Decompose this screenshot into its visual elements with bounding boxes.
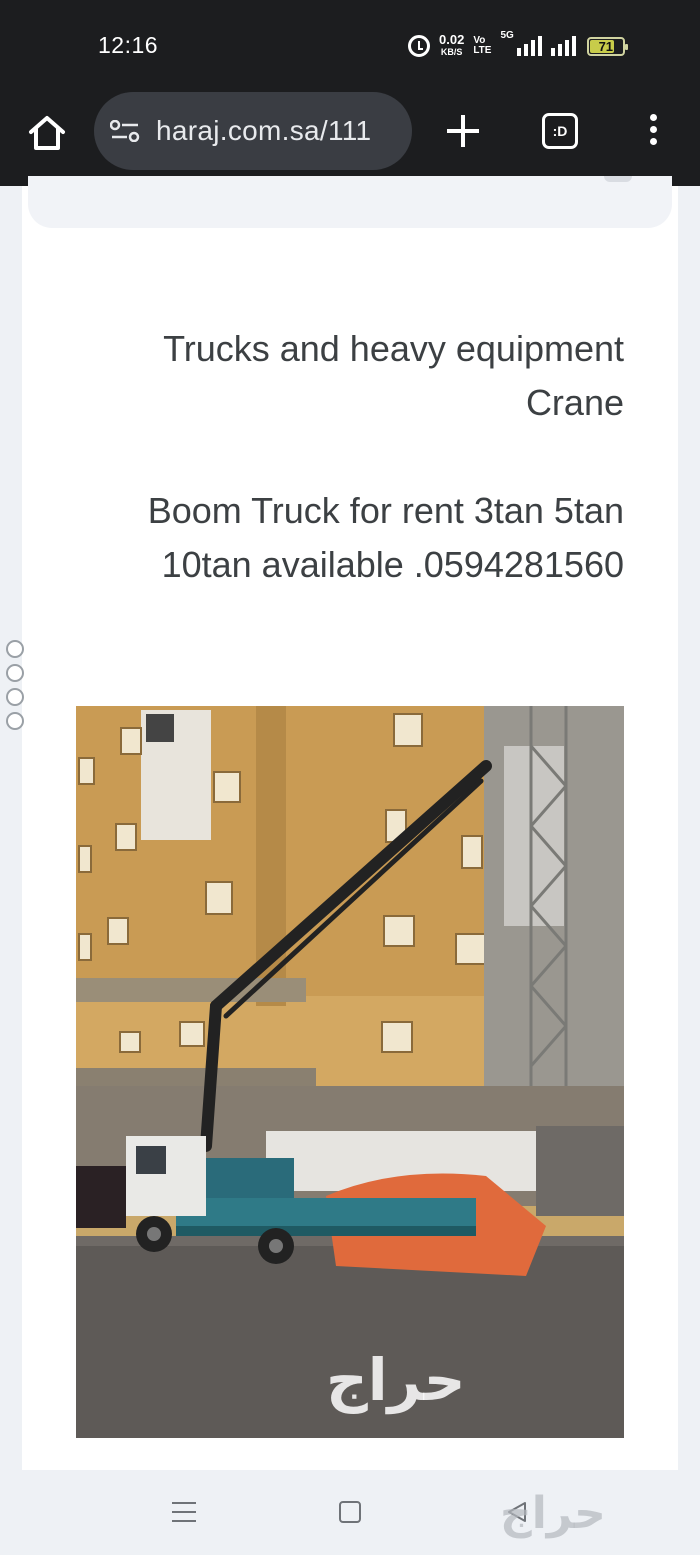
url-text[interactable]: haraj.com.sa/111 bbox=[156, 115, 371, 147]
nav-watermark: حراج bbox=[500, 1488, 606, 1539]
image-watermark: حراج bbox=[326, 1346, 466, 1414]
previous-card-handle bbox=[604, 176, 632, 182]
battery-level: 71 bbox=[598, 38, 614, 54]
battery-icon: 71 bbox=[586, 36, 628, 56]
category-line-2: Crane bbox=[525, 382, 624, 423]
post-card: Trucks and heavy equipment Crane Boom Tr… bbox=[22, 176, 678, 1470]
more-vert-icon[interactable] bbox=[647, 114, 659, 150]
volte-bottom: LTE bbox=[473, 45, 492, 56]
signal-icon bbox=[516, 36, 542, 56]
tune-icon[interactable] bbox=[110, 120, 140, 142]
status-time: 12:16 bbox=[98, 32, 159, 58]
alarm-icon bbox=[408, 35, 430, 57]
net-speed-value: 0.02 bbox=[439, 32, 465, 47]
home-icon[interactable] bbox=[26, 112, 68, 154]
net-speed: 0.02 KB/S bbox=[439, 32, 465, 58]
browser-toolbar: haraj.com.sa/111 :D bbox=[0, 92, 700, 186]
tab-switcher-label: :D bbox=[552, 123, 568, 139]
address-bar[interactable]: haraj.com.sa/111 bbox=[94, 92, 412, 170]
post-description: Boom Truck for rent 3tan 5tan 10tan avai… bbox=[64, 484, 624, 592]
post-category: Trucks and heavy equipment Crane bbox=[163, 322, 624, 430]
plus-icon[interactable] bbox=[443, 109, 483, 153]
signal-icon-2 bbox=[550, 36, 576, 56]
boom-truck-photo bbox=[76, 706, 624, 1438]
post-photo[interactable]: حراج bbox=[76, 706, 624, 1438]
system-nav-bar: حراج bbox=[0, 1470, 700, 1555]
network-type: 5G bbox=[500, 30, 514, 41]
net-speed-unit: KB/S bbox=[440, 47, 463, 57]
tab-switcher-button[interactable]: :D bbox=[542, 113, 578, 149]
previous-card-edge bbox=[28, 176, 672, 228]
description-line-1: Boom Truck for rent 3tan 5tan bbox=[147, 490, 624, 531]
status-icons: 0.02 KB/S Vo LTE 5G 71 bbox=[408, 30, 628, 62]
recents-icon[interactable] bbox=[172, 1502, 196, 1524]
description-line-2: 10tan available .0594281560 bbox=[161, 544, 624, 585]
category-line-1: Trucks and heavy equipment bbox=[163, 328, 624, 369]
home-square-icon[interactable] bbox=[339, 1501, 361, 1523]
volte-icon: Vo LTE bbox=[473, 36, 491, 56]
status-bar: 12:16 0.02 KB/S Vo LTE 5G 71 bbox=[0, 0, 700, 92]
side-panel-handle[interactable] bbox=[6, 640, 26, 736]
